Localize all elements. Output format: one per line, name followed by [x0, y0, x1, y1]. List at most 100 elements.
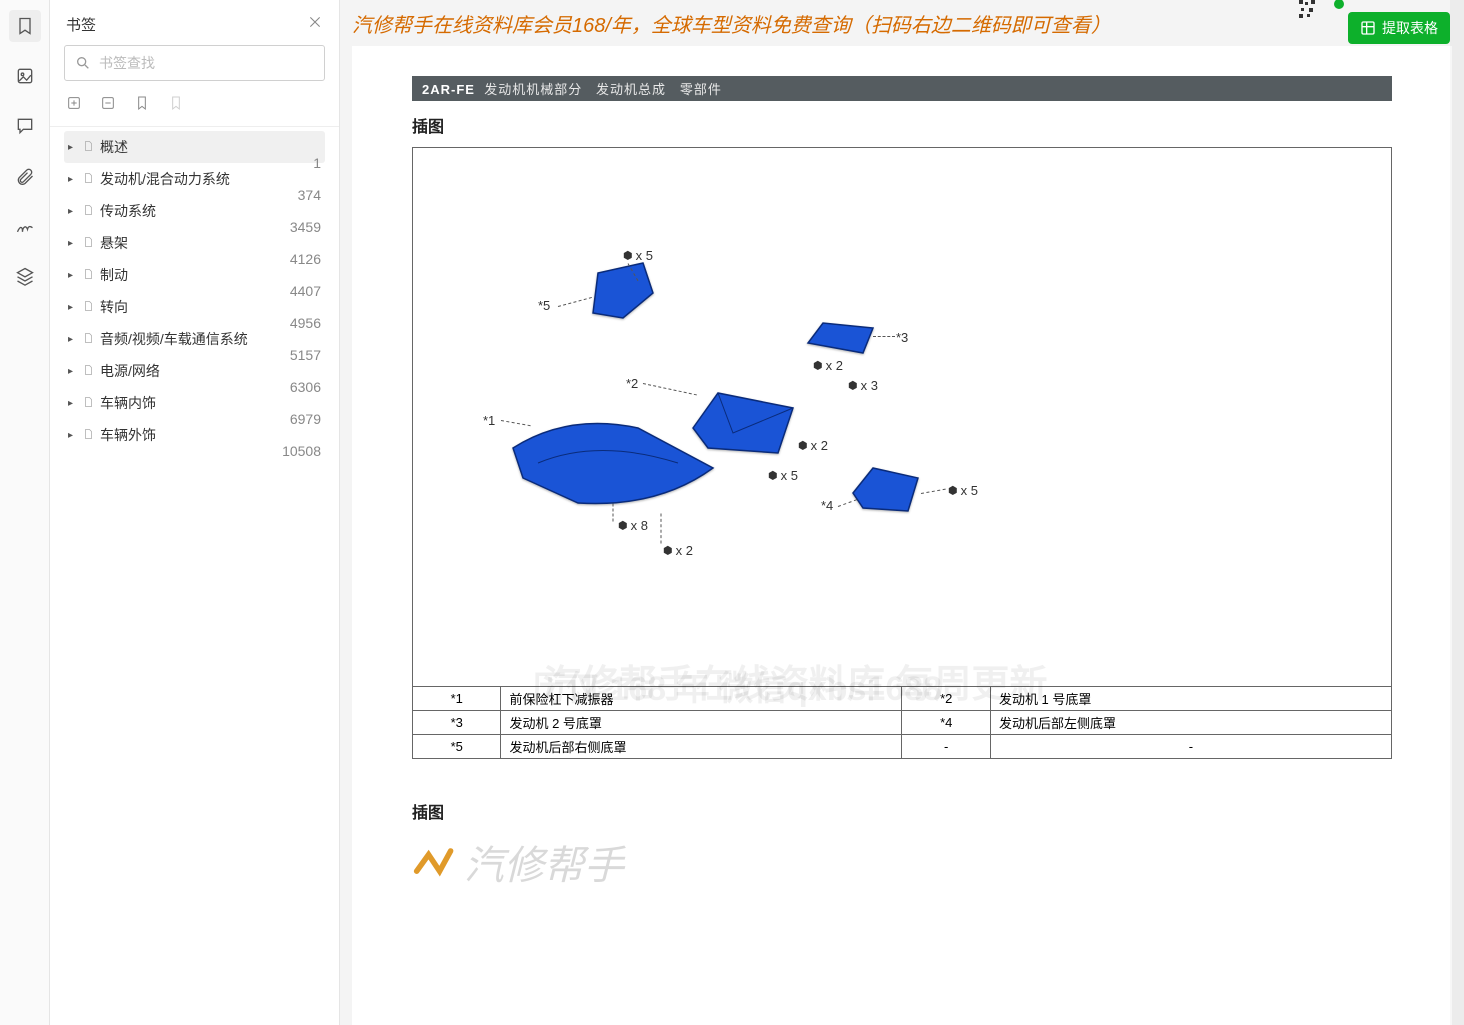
- page-icon: [82, 267, 100, 284]
- thumbnails-icon[interactable]: [9, 60, 41, 92]
- chevron-right-icon: ▸: [68, 430, 78, 441]
- tree-item-steering[interactable]: ▸ 转向 4956: [64, 291, 325, 323]
- banner-text: 汽修帮手在线资料库会员168/年，全球车型资料免费查询（扫码右边二维码即可查看）: [340, 9, 1111, 38]
- tree-item-brake[interactable]: ▸ 制动 4407: [64, 259, 325, 291]
- tree-label: 制动: [100, 265, 321, 285]
- tree-item-exterior[interactable]: ▸ 车辆外饰 10508: [64, 419, 325, 451]
- chevron-right-icon: ▸: [68, 334, 78, 345]
- document-viewport[interactable]: 汽修帮手在线资料库会员168/年，全球车型资料免费查询（扫码右边二维码即可查看）…: [340, 0, 1464, 1025]
- panel-title: 书签: [66, 14, 96, 35]
- page-icon: [82, 203, 100, 220]
- table-row: *3 发动机 2 号底罩 *4 发动机后部左侧底罩: [413, 711, 1392, 735]
- tree-label: 概述: [100, 137, 321, 157]
- callout-5: *5: [538, 298, 550, 313]
- bookmark-tree: ▸ 概述 1 ▸ 发动机/混合动力系统 374 ▸ 传动系统 3459 ▸ 悬架…: [50, 127, 339, 1025]
- tree-label: 电源/网络: [100, 361, 321, 381]
- attachments-icon[interactable]: [9, 160, 41, 192]
- header-sec1: 发动机机械部分: [484, 82, 582, 97]
- cell-desc: 前保险杠下减振器: [501, 687, 902, 711]
- tree-page: 10508: [282, 443, 321, 459]
- section-title-2: 插图: [412, 799, 1392, 823]
- top-banner: 汽修帮手在线资料库会员168/年，全球车型资料免费查询（扫码右边二维码即可查看）: [340, 0, 1464, 46]
- document-header-bar: 2AR-FE 发动机机械部分 发动机总成 零部件: [412, 76, 1392, 101]
- chevron-right-icon: ▸: [68, 302, 78, 313]
- section-title: 插图: [412, 113, 1392, 137]
- close-icon[interactable]: [307, 14, 323, 35]
- tree-label: 车辆内饰: [100, 393, 321, 413]
- icon-rail: [0, 0, 50, 1025]
- bolt-count: x 2: [798, 438, 828, 453]
- bolt-count: x 5: [623, 248, 653, 263]
- bookmark-outline-icon[interactable]: [168, 95, 184, 116]
- tree-label: 传动系统: [100, 201, 321, 221]
- page-icon: [82, 139, 100, 156]
- table-row: *5 发动机后部右侧底罩 - -: [413, 735, 1392, 759]
- search-input[interactable]: [99, 55, 314, 71]
- cell-num: -: [902, 735, 990, 759]
- part-5: [583, 258, 663, 333]
- bolt-count: x 5: [768, 468, 798, 483]
- bookmark-search[interactable]: [64, 45, 325, 81]
- tree-item-transmission[interactable]: ▸ 传动系统 3459: [64, 195, 325, 227]
- table-row: *1 前保险杠下减振器 *2 发动机 1 号底罩: [413, 687, 1392, 711]
- bookmarks-icon[interactable]: [9, 10, 41, 42]
- tree-item-suspension[interactable]: ▸ 悬架 4126: [64, 227, 325, 259]
- parts-table: *1 前保险杠下减振器 *2 发动机 1 号底罩 *3 发动机 2 号底罩 *4…: [412, 686, 1392, 759]
- page-icon: [82, 427, 100, 444]
- cell-num: *2: [902, 687, 990, 711]
- tree-label: 发动机/混合动力系统: [100, 169, 321, 189]
- tree-item-interior[interactable]: ▸ 车辆内饰 6979: [64, 387, 325, 419]
- cell-desc: -: [990, 735, 1391, 759]
- page-content[interactable]: 2AR-FE 发动机机械部分 发动机总成 零部件 插图 *5 x 5 *3 x …: [352, 46, 1452, 1025]
- tree-item-engine[interactable]: ▸ 发动机/混合动力系统 374: [64, 163, 325, 195]
- bolt-count: x 8: [618, 518, 648, 533]
- tree-label: 音频/视频/车载通信系统: [100, 329, 321, 349]
- page-icon: [82, 331, 100, 348]
- chevron-right-icon: ▸: [68, 174, 78, 185]
- cell-num: *4: [902, 711, 990, 735]
- scrollbar[interactable]: [1450, 0, 1464, 1025]
- cell-desc: 发动机后部左侧底罩: [990, 711, 1391, 735]
- signature-icon[interactable]: [9, 210, 41, 242]
- callout-2: *2: [626, 376, 638, 391]
- cell-desc: 发动机后部右侧底罩: [501, 735, 902, 759]
- cell-desc: 发动机 2 号底罩: [501, 711, 902, 735]
- bookmark-tools: [50, 91, 339, 127]
- callout-4: *4: [821, 498, 833, 513]
- callout-3: *3: [896, 330, 908, 345]
- layers-icon[interactable]: [9, 260, 41, 292]
- bolt-count: x 3: [848, 378, 878, 393]
- chevron-right-icon: ▸: [68, 270, 78, 281]
- tree-label: 车辆外饰: [100, 425, 321, 445]
- tree-item-overview[interactable]: ▸ 概述 1: [64, 131, 325, 163]
- chevron-right-icon: ▸: [68, 142, 78, 153]
- table-icon: [1360, 20, 1376, 36]
- bolt-count: x 2: [813, 358, 843, 373]
- bookmark-icon[interactable]: [134, 95, 150, 116]
- chevron-right-icon: ▸: [68, 238, 78, 249]
- chevron-right-icon: ▸: [68, 366, 78, 377]
- cell-num: *3: [413, 711, 501, 735]
- cell-num: *5: [413, 735, 501, 759]
- engine-code: 2AR-FE: [422, 82, 475, 97]
- tree-item-power[interactable]: ▸ 电源/网络 6306: [64, 355, 325, 387]
- comments-icon[interactable]: [9, 110, 41, 142]
- tree-label: 转向: [100, 297, 321, 317]
- add-bookmark-icon[interactable]: [66, 95, 82, 116]
- tree-label: 悬架: [100, 233, 321, 253]
- page-icon: [82, 171, 100, 188]
- page-icon: [82, 363, 100, 380]
- page-icon: [82, 299, 100, 316]
- cell-desc: 发动机 1 号底罩: [990, 687, 1391, 711]
- header-sec2: 发动机总成: [596, 82, 666, 97]
- tree-item-audio[interactable]: ▸ 音频/视频/车载通信系统 5157: [64, 323, 325, 355]
- page-icon: [82, 395, 100, 412]
- page-icon: [82, 235, 100, 252]
- extract-table-button[interactable]: 提取表格: [1348, 12, 1450, 44]
- expand-bookmark-icon[interactable]: [100, 95, 116, 116]
- extract-button-label: 提取表格: [1382, 18, 1438, 38]
- header-sec3: 零部件: [680, 82, 722, 97]
- part-3: [803, 318, 883, 363]
- bookmarks-sidebar: 书签 ▸ 概述 1 ▸ 发动机/混合动力系统 374 ▸ 传动系统 3459: [50, 0, 340, 1025]
- search-icon: [75, 55, 91, 71]
